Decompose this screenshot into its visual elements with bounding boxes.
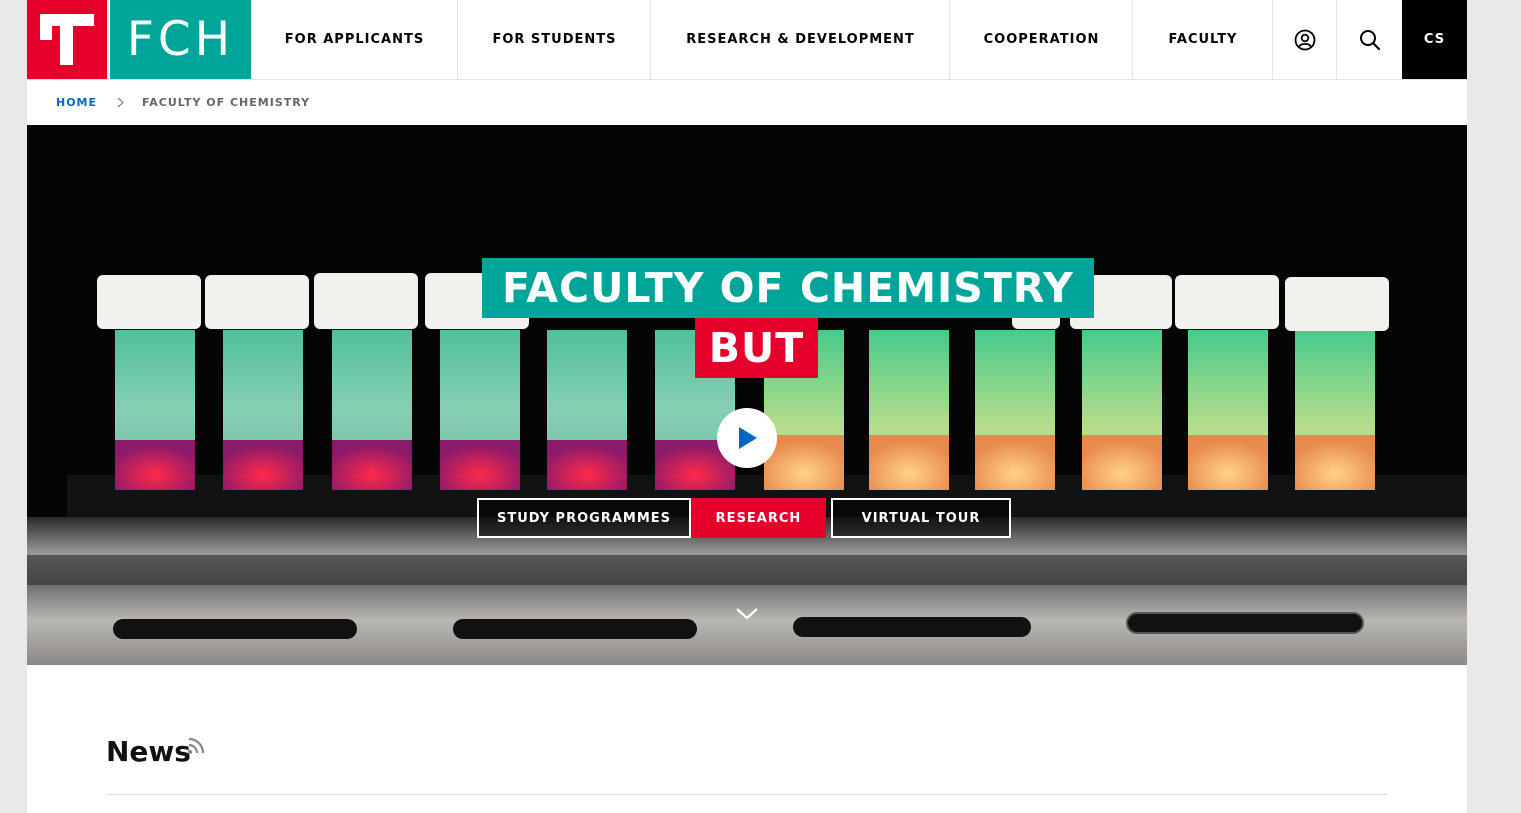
play-icon <box>739 427 757 449</box>
nav-for-applicants[interactable]: FOR APPLICANTS <box>251 0 458 79</box>
scroll-down-chevron-icon[interactable] <box>735 607 759 621</box>
site-header: FCH FOR APPLICANTS FOR STUDENTS RESEARCH… <box>27 0 1467 80</box>
hero-subtitle: BUT <box>695 318 818 378</box>
language-switch[interactable]: CS <box>1402 0 1467 79</box>
but-logo[interactable] <box>27 0 107 79</box>
nav-cooperation[interactable]: COOPERATION <box>949 0 1133 79</box>
page: FCH FOR APPLICANTS FOR STUDENTS RESEARCH… <box>27 0 1467 813</box>
research-button[interactable]: RESEARCH <box>691 498 826 538</box>
user-icon <box>1294 29 1316 50</box>
breadcrumb: HOME FACULTY OF CHEMISTRY <box>56 93 310 111</box>
breadcrumb-current: FACULTY OF CHEMISTRY <box>142 95 311 109</box>
search-icon <box>1359 29 1380 50</box>
logo-t-stem <box>60 14 73 65</box>
logo-t-left <box>40 14 52 40</box>
user-button[interactable] <box>1272 0 1337 79</box>
hero-banner: FACULTY OF CHEMISTRY BUT STUDY PROGRAMME… <box>27 125 1467 665</box>
breadcrumb-home[interactable]: HOME <box>56 96 97 109</box>
nav-faculty[interactable]: FACULTY <box>1132 0 1273 79</box>
search-button[interactable] <box>1336 0 1402 79</box>
virtual-tour-button[interactable]: VIRTUAL TOUR <box>831 498 1011 538</box>
chevron-right-icon <box>117 97 125 108</box>
fch-logo[interactable]: FCH <box>110 0 251 79</box>
news-heading: News <box>106 735 191 768</box>
hero-vials-image <box>27 125 1467 665</box>
nav-research-development[interactable]: RESEARCH & DEVELOPMENT <box>650 0 950 79</box>
hero-title: FACULTY OF CHEMISTRY <box>482 258 1094 318</box>
study-programmes-button[interactable]: STUDY PROGRAMMES <box>477 498 691 538</box>
play-video-button[interactable] <box>717 408 777 468</box>
nav-for-students[interactable]: FOR STUDENTS <box>457 0 651 79</box>
rss-icon[interactable] <box>187 737 205 755</box>
news-divider <box>106 794 1387 795</box>
